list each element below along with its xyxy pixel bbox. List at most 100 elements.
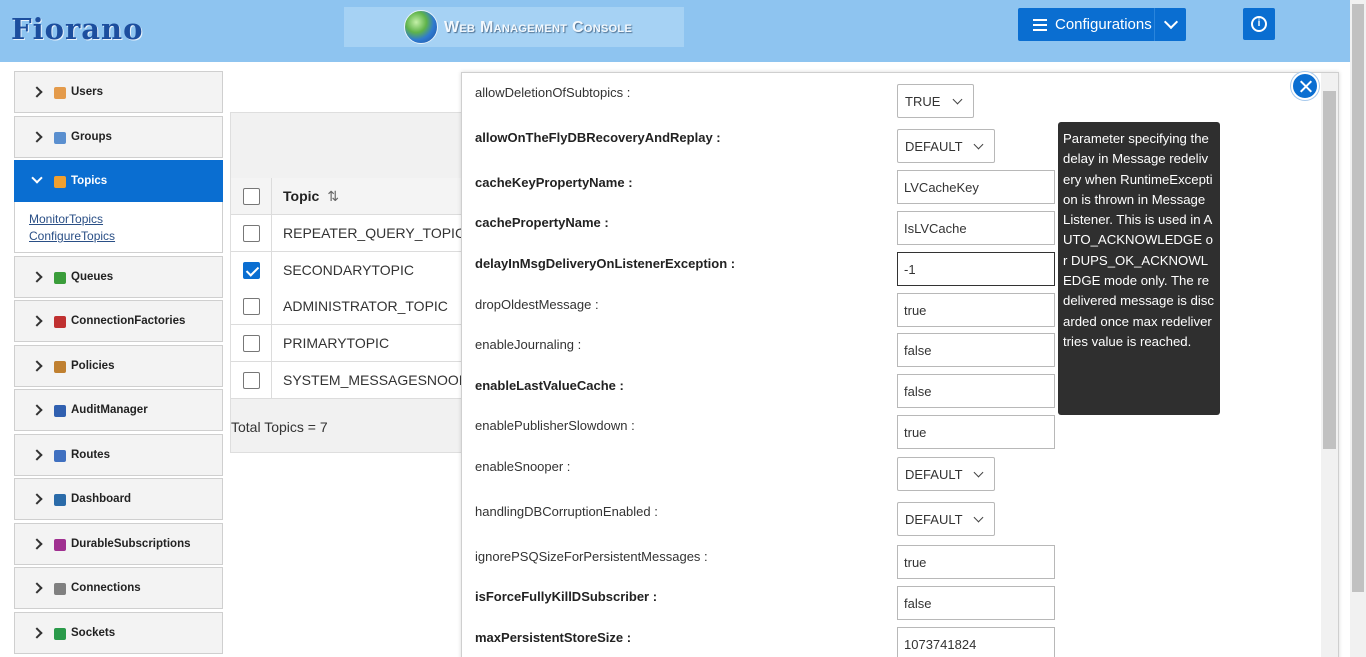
sidebar-item-auditmanager[interactable]: AuditManager [14,389,223,431]
close-dialog-button[interactable] [1291,72,1319,100]
group-icon [54,131,66,144]
property-input[interactable] [897,293,1055,327]
sidebar-nav: Users Groups Topics MonitorTopics ConfigureT… [14,71,223,656]
column-divider [271,362,272,398]
property-label: enableJournaling : [475,337,582,352]
row-checkbox[interactable] [243,261,260,279]
property-label: ignorePSQSizeForPersistentMessages : [475,549,708,564]
topics-submenu: MonitorTopics ConfigureTopics [14,202,223,253]
sidebar-item-queues[interactable]: Queues [14,255,223,298]
topic-icon [54,176,66,188]
table-row[interactable]: REPEATER_QUERY_TOPIC [231,215,469,252]
property-select[interactable]: DEFAULT [897,457,995,491]
column-divider [271,325,272,361]
property-input[interactable] [897,252,1055,286]
chevron-down-icon [1163,14,1179,30]
property-input[interactable] [897,333,1055,367]
chevron-down-icon [973,512,984,523]
chevron-icon [31,404,43,416]
property-input[interactable] [897,545,1055,579]
chevron-icon [31,315,43,327]
table-row[interactable]: PRIMARYTOPIC [231,325,469,362]
configurations-label: Configurations [1055,16,1152,33]
select-all-checkbox[interactable] [243,187,260,205]
sort-icon[interactable]: ⇅ [327,188,339,204]
select-value: DEFAULT [905,138,963,154]
sidebar-item-durablesubscriptions[interactable]: DurableSubscriptions [14,522,223,565]
sidebar-item-label: Dashboard [71,493,132,505]
column-divider [271,252,272,288]
page-scrollbar[interactable] [1350,0,1366,657]
property-label: delayInMsgDeliveryOnListenerException : [475,256,736,271]
sidebar-item-label: Groups [71,130,112,143]
sidebar-item-policies[interactable]: Policies [14,344,223,387]
sidebar-item-label: Sockets [71,626,116,639]
property-input[interactable] [897,170,1055,204]
topic-name-cell: PRIMARYTOPIC [283,335,390,351]
column-divider [271,288,272,324]
row-checkbox[interactable] [243,371,260,389]
property-select[interactable]: DEFAULT [897,502,995,536]
tooltip-text: Parameter specifying the delay in Messag… [1063,131,1214,349]
sidebar-item-label: AuditManager [71,404,148,416]
property-select[interactable]: DEFAULT [897,129,995,163]
console-title: Web Management Console [444,19,633,36]
dialog-scroll-thumb[interactable] [1323,91,1336,449]
property-label: allowOnTheFlyDBRecoveryAndReplay : [475,130,721,145]
app-header: Fiorano Web Management Console Configura… [0,0,1350,62]
chevron-icon [31,448,43,461]
chevron-icon [31,537,43,550]
table-row[interactable]: SECONDARYTOPIC [231,252,469,289]
property-label: enableLastValueCache : [475,378,624,393]
sidebar-item-connectionfactories[interactable]: ConnectionFactories [14,300,223,342]
property-label: maxPersistentStoreSize : [475,630,632,645]
property-label: dropOldestMessage : [475,297,599,312]
connection-factory-icon [54,316,66,328]
sidebar-item-sockets[interactable]: Sockets [14,611,223,654]
property-input[interactable] [897,211,1055,245]
chevron-icon [31,582,43,594]
connection-icon [54,583,66,595]
sidebar-item-topics[interactable]: Topics [14,160,223,202]
row-checkbox[interactable] [243,297,260,315]
audit-icon [54,405,66,417]
sidebar-item-users[interactable]: Users [14,71,223,113]
row-checkbox[interactable] [243,224,260,242]
topic-name-cell: ADMINISTRATOR_TOPIC [283,298,448,314]
table-header-row: Topic ⇅ [231,178,469,215]
queue-icon [54,271,66,284]
property-label: enableSnooper : [475,459,571,474]
submenu-link-monitortopics[interactable]: MonitorTopics [29,211,222,228]
sidebar-item-groups[interactable]: Groups [14,115,223,158]
dialog-scrollbar[interactable] [1321,73,1338,657]
property-input[interactable] [897,374,1055,408]
topic-column-header[interactable]: Topic ⇅ [283,188,469,205]
property-input[interactable] [897,627,1055,657]
sidebar-item-label: ConnectionFactories [71,315,186,327]
topic-name-cell: SECONDARYTOPIC [283,262,414,278]
property-input[interactable] [897,586,1055,620]
property-input[interactable] [897,415,1055,449]
property-label: cachePropertyName : [475,215,609,230]
sidebar-item-routes[interactable]: Routes [14,433,223,476]
chevron-icon [31,270,43,283]
property-select[interactable]: TRUE [897,84,974,118]
sidebar-item-label: Queues [71,270,114,283]
socket-icon [54,627,66,640]
property-label: allowDeletionOfSubtopics : [475,85,631,100]
info-button[interactable]: i [1243,8,1275,40]
property-label: isForceFullyKillDSubscriber : [475,589,658,604]
column-divider [271,178,272,214]
table-row[interactable]: SYSTEM_MESSAGESNOOPER_ [231,362,469,399]
button-separator [1154,8,1155,41]
console-banner: Web Management Console [344,7,684,47]
submenu-link-configuretopics[interactable]: ConfigureTopics [29,228,222,245]
chevron-down-icon [952,94,963,105]
configurations-button[interactable]: Configurations [1018,8,1186,41]
table-row[interactable]: ADMINISTRATOR_TOPIC [231,288,469,325]
dashboard-icon [54,494,66,506]
sidebar-item-dashboard[interactable]: Dashboard [14,478,223,520]
sidebar-item-connections[interactable]: Connections [14,567,223,609]
page-scroll-thumb[interactable] [1352,4,1364,592]
row-checkbox[interactable] [243,334,260,352]
